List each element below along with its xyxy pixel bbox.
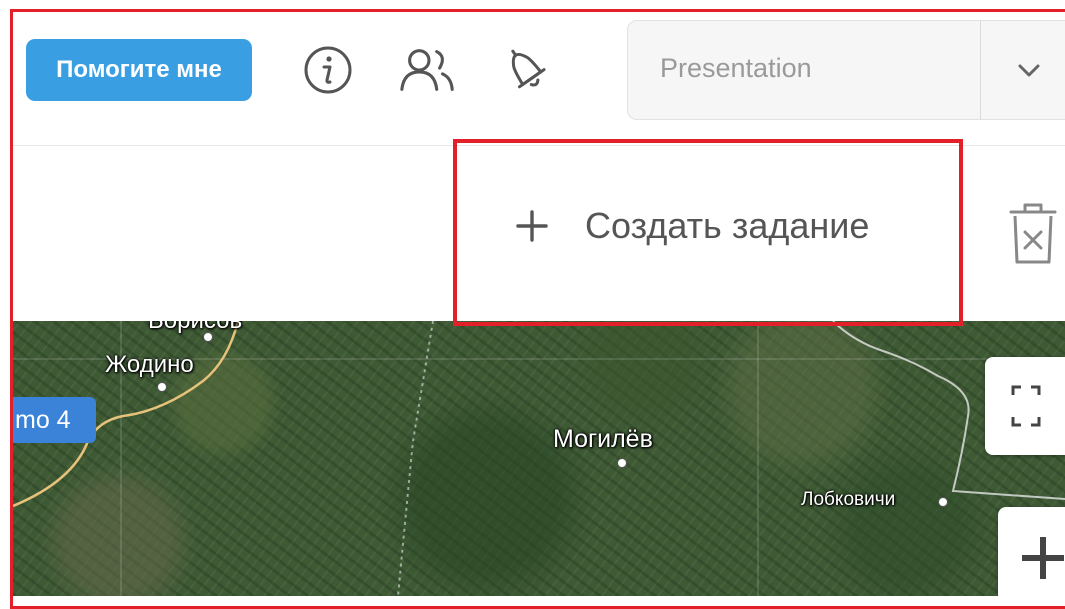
city-marker [203, 332, 213, 342]
fullscreen-button[interactable] [985, 357, 1065, 455]
trash-icon[interactable] [1006, 200, 1060, 266]
fullscreen-icon [1011, 385, 1041, 427]
info-icon [304, 46, 352, 94]
notifications-button[interactable] [496, 40, 556, 100]
city-marker [617, 458, 627, 468]
map-label-zhodino: Жодино [105, 351, 194, 378]
preset-select[interactable]: Presentation [627, 20, 1065, 120]
info-button[interactable] [298, 40, 358, 100]
plus-icon [1022, 537, 1064, 579]
zoom-in-button[interactable] [998, 507, 1065, 596]
create-task-button[interactable]: Создать задание [515, 205, 869, 247]
bell-icon [511, 49, 546, 89]
preset-select-value: Presentation [660, 53, 812, 83]
help-me-button[interactable]: Помогите мне [26, 39, 252, 101]
chevron-down-icon[interactable] [1014, 55, 1044, 85]
city-marker [157, 382, 167, 392]
city-marker [938, 497, 948, 507]
map-label-mogilev: Могилёв [553, 425, 653, 453]
map-view[interactable]: Борисов Жодино Могилёв Лобковичи mo 4 [13, 321, 1065, 596]
users-button[interactable] [398, 40, 458, 100]
map-label-borisov: Борисов [148, 321, 242, 335]
select-divider [980, 21, 981, 119]
create-task-label: Создать задание [585, 205, 870, 246]
plus-icon [516, 210, 548, 242]
layer-badge[interactable]: mo 4 [13, 397, 96, 443]
map-label-lobkovichi: Лобковичи [801, 489, 896, 510]
users-icon [400, 49, 454, 91]
